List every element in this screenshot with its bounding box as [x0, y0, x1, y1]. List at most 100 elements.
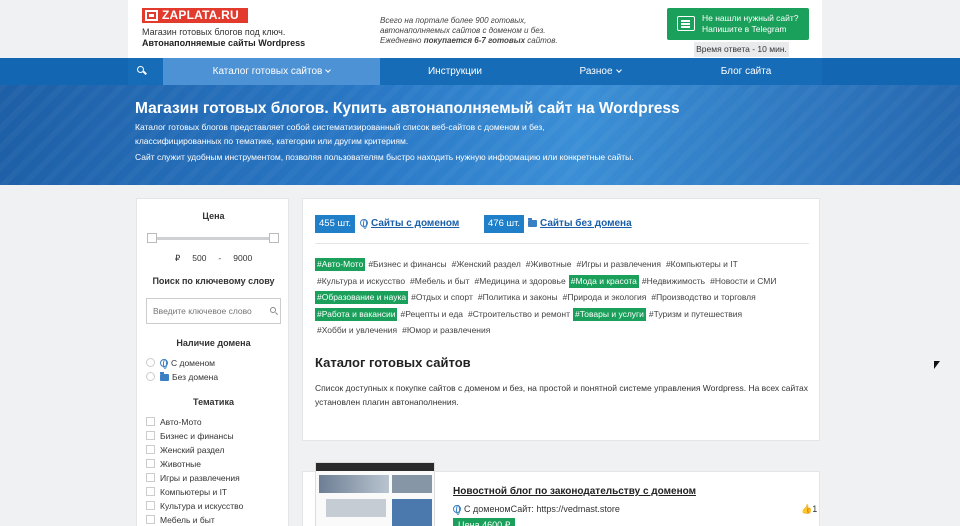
checkbox-topic[interactable]: [146, 515, 155, 524]
product-domain: С доменомСайт: https://vedmast.store: [453, 504, 620, 515]
nav-container: Каталог готовых сайтов Инструкции Разное…: [128, 58, 822, 85]
radio-label-text: Без домена: [172, 372, 219, 382]
radio-label-without-domain[interactable]: Без домена: [160, 372, 218, 382]
nav-search-button[interactable]: [128, 58, 163, 85]
keyword-search-input[interactable]: [146, 298, 281, 324]
price-range: ₽500 - 9000: [137, 253, 290, 264]
tag-link[interactable]: #Образование и наука: [315, 291, 409, 304]
telegram-button[interactable]: Не нашли нужный сайт? Напишите в Telegra…: [667, 8, 809, 40]
without-domain-count-badge: 476 шт.: [484, 215, 525, 233]
product-card[interactable]: Новостной блог по законодательству с дом…: [302, 462, 820, 526]
price-slider-max-handle[interactable]: [269, 233, 279, 243]
globe-icon: [360, 219, 368, 229]
with-domain-link[interactable]: Сайты с доменом: [360, 218, 459, 229]
product-thumbnail[interactable]: [315, 462, 435, 526]
checkbox-topic[interactable]: [146, 445, 155, 454]
tag-link[interactable]: #Авто-Мото: [315, 258, 366, 271]
nav-item-catalog[interactable]: Каталог готовых сайтов: [163, 58, 380, 85]
keyword-filter-title: Поиск по ключевому слову: [152, 276, 275, 286]
price-slider-track[interactable]: [152, 237, 274, 240]
info-line-3: Ежедневно покупается 6-7 готовых сайтов.: [380, 36, 590, 46]
tag-link[interactable]: #Товары и услуги: [573, 307, 646, 321]
header-container: ZAPLATA.RU Магазин готовых блогов под кл…: [128, 0, 822, 58]
checkbox-label[interactable]: Компьютеры и IT: [160, 487, 227, 497]
info-line-3-pre: Ежедневно: [380, 36, 424, 45]
checkbox-topic[interactable]: [146, 417, 155, 426]
radio-without-domain[interactable]: [146, 372, 155, 381]
tag-link[interactable]: #Юмор и развлечения: [400, 324, 492, 337]
nav-item-blog[interactable]: Блог сайта: [670, 58, 822, 85]
site-logo[interactable]: ZAPLATA.RU: [142, 8, 248, 23]
tag-link[interactable]: #Недвижимость: [640, 275, 707, 288]
logo-icon: [145, 10, 158, 21]
thumbnail-image: [392, 499, 432, 526]
hero-banner: Магазин готовых блогов. Купить автонапол…: [0, 85, 960, 185]
checkbox-topic[interactable]: [146, 473, 155, 482]
folder-icon: [528, 218, 537, 227]
tag-link[interactable]: #Игры и развлечения: [575, 258, 663, 271]
message-icon: [677, 16, 695, 31]
tag-link[interactable]: #Туризм и путешествия: [647, 308, 744, 321]
with-domain-label: Сайты с доменом: [371, 218, 460, 229]
likes-count: 1: [812, 504, 818, 514]
thumbnail-image: [392, 475, 432, 493]
tag-link[interactable]: #Мебель и быт: [408, 275, 471, 288]
nav-item-instructions[interactable]: Инструкции: [380, 58, 530, 85]
tag-link[interactable]: #Отдых и спорт: [409, 291, 475, 304]
tag-link[interactable]: #Строительство и ремонт: [466, 308, 572, 321]
divider: [315, 243, 809, 244]
checkbox-topic[interactable]: [146, 431, 155, 440]
tag-link[interactable]: #Работа и вакансии: [315, 307, 398, 321]
currency-symbol: ₽: [174, 253, 181, 263]
checkbox-topic[interactable]: [146, 459, 155, 468]
topic-filter-title: Тематика: [193, 397, 234, 407]
price-max[interactable]: 9000: [233, 253, 252, 263]
checkbox-label[interactable]: Культура и искусство: [160, 501, 243, 511]
product-price-badge: Цена 4600 ₽: [453, 518, 516, 526]
tag-link[interactable]: #Бизнес и финансы: [366, 258, 448, 271]
thumbnail-image: [326, 499, 386, 517]
price-separator: -: [218, 253, 222, 263]
tag-link[interactable]: #Производство и торговля: [649, 291, 757, 304]
checkbox-topic[interactable]: [146, 501, 155, 510]
response-time-badge: Время ответа - 10 мин.: [694, 42, 789, 57]
product-likes[interactable]: 👍1: [801, 504, 817, 515]
nav-item-misc[interactable]: Разное: [530, 58, 670, 85]
without-domain-link[interactable]: Сайты без домена: [528, 218, 632, 229]
checkbox-label[interactable]: Мебель и быт: [160, 515, 215, 525]
catalog-description: Список доступных к покупке сайтов с доме…: [315, 383, 809, 407]
tag-link[interactable]: #Животные: [524, 258, 574, 271]
hero-note: Сайт служит удобным инструментом, позвол…: [135, 152, 634, 162]
tag-link[interactable]: #Хобби и увлечения: [315, 324, 399, 337]
tag-link[interactable]: #Культура и искусство: [315, 275, 407, 288]
checkbox-topic[interactable]: [146, 487, 155, 496]
price-filter-title: Цена: [202, 211, 225, 221]
radio-with-domain[interactable]: [146, 358, 155, 367]
tag-link[interactable]: #Медицина и здоровье: [473, 275, 568, 288]
thumbnail-header: [316, 463, 434, 471]
checkbox-label[interactable]: Авто-Мото: [160, 417, 202, 427]
price-slider-min-handle[interactable]: [147, 233, 157, 243]
checkbox-label[interactable]: Бизнес и финансы: [160, 431, 234, 441]
checkbox-label[interactable]: Животные: [160, 459, 201, 469]
page-title: Магазин готовых блогов. Купить автонапол…: [135, 100, 680, 117]
tag-link[interactable]: #Женский раздел: [450, 258, 523, 271]
hero-description: Каталог готовых блогов представляет собо…: [135, 122, 545, 146]
tag-link[interactable]: #Природа и экология: [561, 291, 649, 304]
header-tagline: Магазин готовых блогов под ключ.: [142, 27, 286, 37]
nav-item-label: Разное: [579, 66, 613, 77]
checkbox-label[interactable]: Игры и развлечения: [160, 473, 240, 483]
product-title-link[interactable]: Новостной блог по законодательству с дом…: [453, 486, 696, 497]
site-header: ZAPLATA.RU Магазин готовых блогов под кл…: [0, 0, 960, 58]
tag-link[interactable]: #Мода и красота: [568, 274, 639, 288]
checkbox-label[interactable]: Женский раздел: [160, 445, 224, 455]
with-domain-count-badge: 455 шт.: [315, 215, 356, 233]
chevron-down-icon: [325, 67, 332, 73]
info-line-3-post: сайтов.: [525, 36, 558, 45]
price-min[interactable]: 500: [192, 253, 206, 263]
tag-link[interactable]: #Новости и СМИ: [708, 275, 778, 288]
radio-label-with-domain[interactable]: С доменом: [160, 358, 215, 369]
tag-link[interactable]: #Политика и законы: [476, 291, 560, 304]
tag-link[interactable]: #Рецепты и еда: [398, 308, 465, 321]
tag-link[interactable]: #Компьютеры и IT: [664, 258, 740, 271]
